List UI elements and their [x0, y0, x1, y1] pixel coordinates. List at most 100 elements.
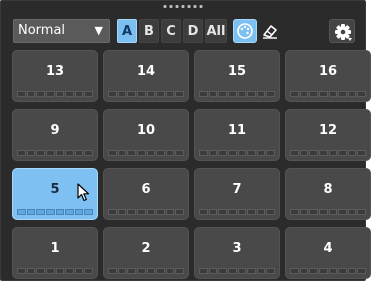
step-indicator — [45, 150, 55, 156]
step-indicator — [136, 268, 146, 274]
pad-number: 6 — [141, 182, 151, 197]
step-indicator — [299, 150, 309, 156]
step-indicator — [318, 91, 328, 97]
step-indicator — [146, 150, 156, 156]
step-indicator — [156, 91, 165, 97]
pad-step-indicators — [290, 268, 366, 274]
pad-step-indicators — [17, 150, 93, 156]
step-indicator — [266, 268, 275, 274]
step-indicator — [84, 150, 93, 156]
step-indicator — [357, 150, 366, 156]
pad-toolbar: Normal ▼ A B C D All — [13, 19, 357, 45]
bank-button-c[interactable]: C — [161, 19, 181, 43]
step-indicator — [290, 209, 299, 215]
step-indicator — [290, 91, 299, 97]
step-indicator — [338, 150, 347, 156]
pad-step-indicators — [17, 91, 93, 97]
step-indicator — [136, 209, 146, 215]
step-indicator — [256, 150, 266, 156]
pad-step-indicators — [17, 268, 93, 274]
step-indicator — [136, 150, 146, 156]
pad-6[interactable]: 6 — [103, 168, 189, 220]
step-indicator — [347, 268, 357, 274]
step-indicator — [26, 268, 36, 274]
pad-10[interactable]: 10 — [103, 109, 189, 161]
pad-8[interactable]: 8 — [285, 168, 371, 220]
step-indicator — [108, 91, 117, 97]
step-indicator — [318, 209, 328, 215]
mode-dropdown[interactable]: Normal ▼ — [13, 19, 110, 43]
settings-button[interactable] — [329, 19, 355, 43]
step-indicator — [218, 91, 227, 97]
step-indicator — [299, 91, 309, 97]
step-indicator — [318, 150, 328, 156]
pad-3[interactable]: 3 — [194, 227, 280, 279]
step-indicator — [338, 91, 347, 97]
step-indicator — [290, 150, 299, 156]
pad-number: 14 — [136, 64, 156, 79]
step-indicator — [165, 91, 175, 97]
step-indicator — [156, 150, 165, 156]
bank-button-a[interactable]: A — [117, 19, 137, 43]
step-indicator — [175, 91, 184, 97]
pad-5[interactable]: 5 — [12, 168, 98, 220]
bank-button-d[interactable]: D — [183, 19, 203, 43]
step-indicator — [65, 91, 74, 97]
step-indicator — [36, 268, 45, 274]
step-indicator — [338, 268, 347, 274]
step-indicator — [247, 150, 256, 156]
pad-15[interactable]: 15 — [194, 50, 280, 102]
step-indicator — [256, 209, 266, 215]
pad-9[interactable]: 9 — [12, 109, 98, 161]
step-indicator — [227, 150, 237, 156]
step-indicator — [247, 91, 256, 97]
step-indicator — [55, 268, 65, 274]
pad-11[interactable]: 11 — [194, 109, 280, 161]
step-indicator — [309, 268, 318, 274]
step-indicator — [127, 91, 136, 97]
pad-number: 7 — [232, 182, 242, 197]
step-indicator — [318, 268, 328, 274]
pad-number: 4 — [323, 241, 333, 256]
step-indicator — [84, 268, 93, 274]
step-indicator — [65, 209, 74, 215]
pad-12[interactable]: 12 — [285, 109, 371, 161]
step-indicator — [247, 209, 256, 215]
step-indicator — [199, 150, 208, 156]
pad-number: 5 — [50, 182, 60, 197]
mode-value: Normal — [18, 23, 66, 38]
step-indicator — [55, 209, 65, 215]
pad-14[interactable]: 14 — [103, 50, 189, 102]
step-indicator — [136, 91, 146, 97]
step-indicator — [338, 209, 347, 215]
pad-step-indicators — [290, 209, 366, 215]
step-indicator — [17, 150, 26, 156]
pad-number: 3 — [232, 241, 242, 256]
eraser-button[interactable] — [258, 19, 282, 43]
step-indicator — [156, 268, 165, 274]
bank-button-all[interactable]: All — [205, 19, 227, 43]
color-mode-button[interactable] — [233, 19, 257, 43]
step-indicator — [117, 91, 127, 97]
pad-4[interactable]: 4 — [285, 227, 371, 279]
pad-number: 11 — [227, 123, 247, 138]
pad-1[interactable]: 1 — [12, 227, 98, 279]
step-indicator — [17, 209, 26, 215]
pad-2[interactable]: 2 — [103, 227, 189, 279]
pad-16[interactable]: 16 — [285, 50, 371, 102]
step-indicator — [108, 268, 117, 274]
step-indicator — [26, 91, 36, 97]
drag-handle-icon[interactable] — [163, 5, 203, 8]
step-indicator — [65, 150, 74, 156]
pad-step-indicators — [108, 91, 184, 97]
bank-button-b[interactable]: B — [139, 19, 159, 43]
step-indicator — [199, 209, 208, 215]
step-indicator — [17, 268, 26, 274]
step-indicator — [117, 150, 127, 156]
pad-number: 16 — [318, 64, 338, 79]
step-indicator — [156, 209, 165, 215]
step-indicator — [237, 150, 247, 156]
pad-13[interactable]: 13 — [12, 50, 98, 102]
pad-7[interactable]: 7 — [194, 168, 280, 220]
step-indicator — [218, 209, 227, 215]
